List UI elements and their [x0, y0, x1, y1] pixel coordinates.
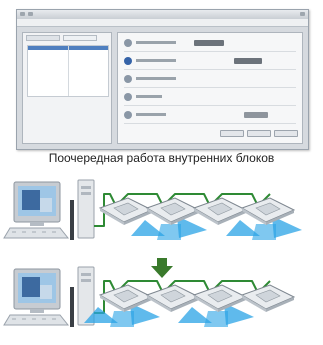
settings-label: [136, 113, 166, 116]
window-icon: [28, 12, 33, 16]
dialog-button: [274, 130, 298, 137]
settings-row: [124, 91, 296, 106]
drive-bay: [81, 273, 91, 276]
settings-label: [136, 95, 162, 98]
cassette-ac-unit-icon: [84, 284, 160, 327]
window-menubar: [17, 19, 308, 27]
settings-row: [124, 109, 296, 124]
unit-list-pane: [22, 32, 112, 144]
cassette-ac-unit-icon: [178, 284, 254, 327]
close-icon: [300, 12, 305, 16]
window-icon: [20, 12, 25, 16]
screen-window: [40, 285, 52, 299]
keyboard: [3, 314, 70, 326]
airflow: [110, 311, 134, 327]
settings-label: [136, 77, 176, 80]
monitor-stand: [30, 222, 44, 226]
monitor-stand: [30, 309, 44, 313]
airflow: [157, 224, 181, 240]
drive-bay: [81, 192, 91, 195]
row-svg: [3, 179, 302, 240]
tab: [63, 35, 97, 41]
row-svg: [3, 266, 296, 327]
cable: [70, 200, 74, 240]
computer-icon: [3, 266, 95, 327]
table-divider: [68, 46, 69, 96]
tab: [26, 35, 60, 41]
keyboard: [3, 227, 70, 239]
units: [98, 197, 302, 240]
cassette-ac-unit-icon: [240, 284, 296, 312]
settings-field: [234, 58, 262, 64]
settings-icon: [124, 93, 132, 101]
cassette-ac-unit-icon: [131, 197, 207, 240]
software-screenshot: [16, 9, 309, 150]
settings-label: [136, 59, 176, 62]
settings-row: [124, 37, 296, 52]
airflow: [252, 224, 276, 240]
settings-label: [136, 41, 176, 44]
cable: [70, 287, 74, 327]
screen-window: [22, 277, 40, 297]
diagram-state-before: [0, 176, 323, 258]
drive-bay: [81, 186, 91, 189]
units: [84, 284, 296, 327]
caption: Поочередная работа внутренних блоков: [48, 151, 275, 165]
dialog-button: [220, 130, 244, 137]
settings-icon: [124, 75, 132, 83]
airflow: [204, 311, 228, 327]
settings-field: [244, 112, 268, 118]
settings-icon: [124, 111, 132, 119]
cassette-ac-unit-icon: [226, 197, 302, 240]
drive-bay: [81, 279, 91, 282]
screen-window: [22, 190, 40, 210]
cassette-ac-unit-icon: [192, 197, 248, 225]
settings-row: [124, 55, 296, 70]
settings-icon: [124, 39, 132, 47]
computer-icon: [3, 179, 95, 240]
settings-row: [124, 73, 296, 88]
diagram-state-after: [0, 263, 323, 345]
screen-window: [40, 198, 52, 212]
settings-pane: [117, 32, 303, 144]
dialog-button: [247, 130, 271, 137]
unit-table: [27, 45, 109, 97]
settings-field: [194, 40, 224, 46]
settings-icon: [124, 57, 132, 65]
